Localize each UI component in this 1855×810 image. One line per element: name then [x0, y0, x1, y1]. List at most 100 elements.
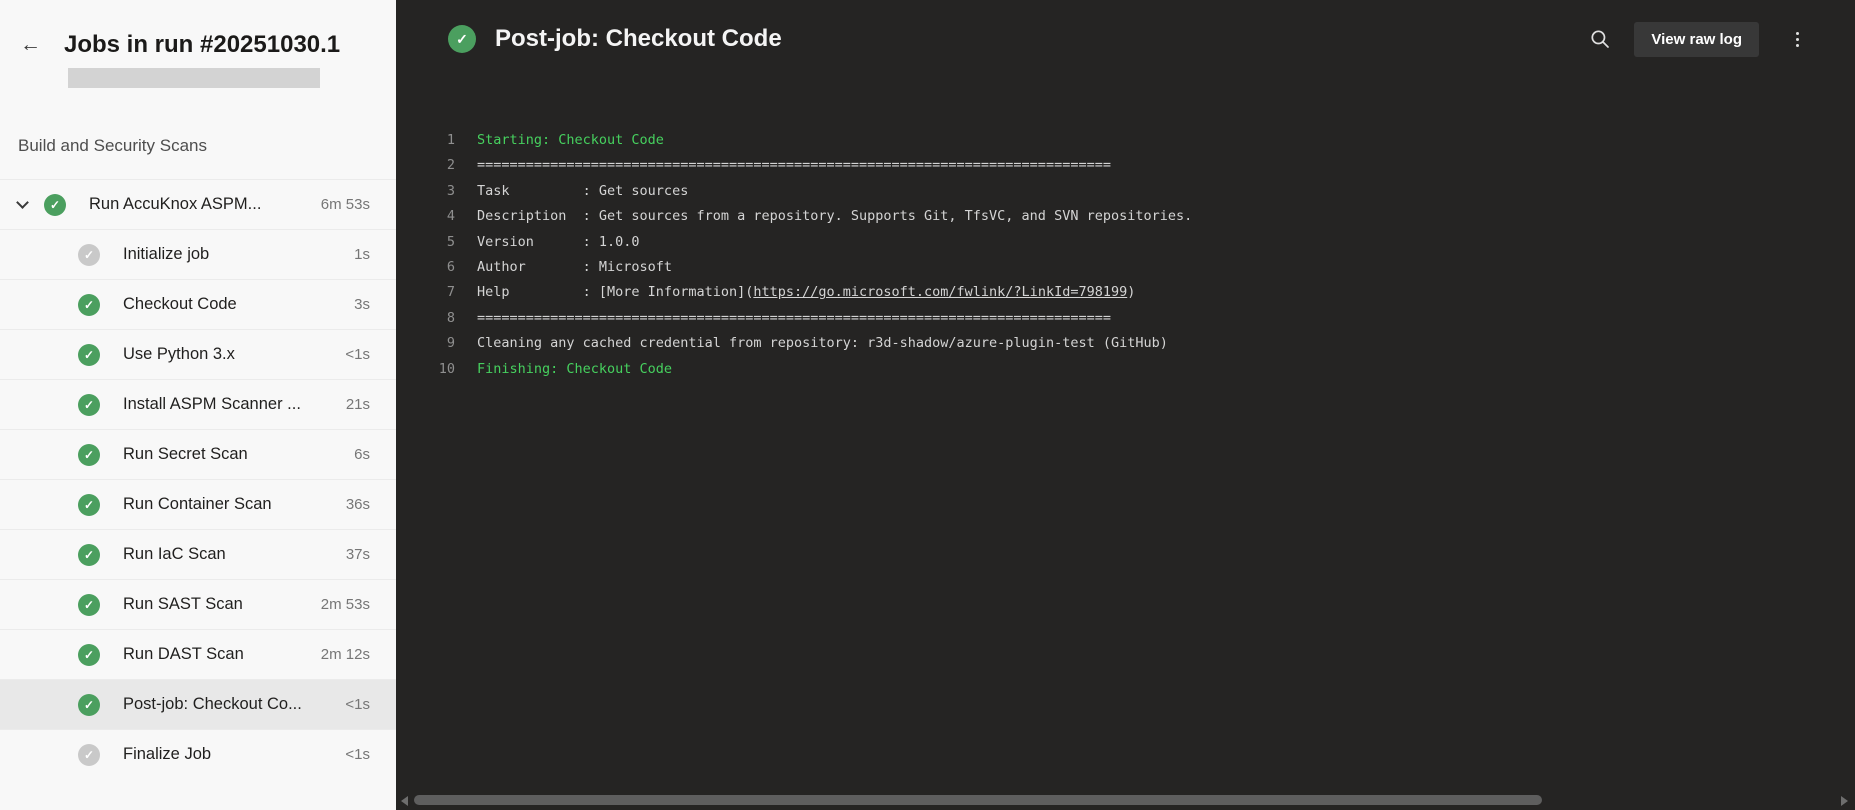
log-line: 8 =======================================…	[396, 306, 1855, 331]
log-text: Starting: Checkout Code	[477, 128, 664, 153]
log-line: 9 Cleaning any cached credential from rep…	[396, 331, 1855, 356]
job-row[interactable]: ✓ Run DAST Scan 2m 12s	[0, 629, 396, 679]
log-text-segment: Starting: Checkout Code	[477, 132, 664, 148]
success-check-icon: ✓	[78, 443, 100, 466]
horizontal-scrollbar[interactable]	[398, 794, 1853, 807]
log-text-segment: Description : Get sources from a reposit…	[477, 208, 1193, 225]
pending-check-icon: ✓	[78, 743, 100, 766]
job-duration: <1s	[345, 696, 370, 713]
job-duration: 1s	[354, 246, 370, 263]
job-success-icon: ✓	[448, 25, 476, 53]
success-check-icon: ✓	[78, 393, 100, 416]
sidebar-header: ← Jobs in run #20251030.1	[0, 0, 396, 88]
success-check-icon: ✓	[78, 543, 100, 566]
success-check-icon: ✓	[78, 643, 100, 666]
line-number[interactable]: 2	[396, 153, 455, 178]
job-duration: 21s	[345, 396, 370, 413]
job-row[interactable]: ✓ Run IaC Scan 37s	[0, 529, 396, 579]
line-number[interactable]: 6	[396, 255, 455, 280]
pipeline-run-page: ← Jobs in run #20251030.1 Build and Secu…	[0, 0, 1855, 810]
log-text-segment: Version : 1.0.0	[477, 233, 640, 250]
log-panel: ✓ Post-job: Checkout Code View raw log 1…	[396, 0, 1855, 810]
log-title: Post-job: Checkout Code	[495, 25, 782, 52]
line-number[interactable]: 8	[396, 306, 455, 331]
pending-check-icon: ✓	[78, 243, 100, 266]
log-text: ========================================…	[477, 306, 1111, 331]
job-duration: <1s	[345, 746, 370, 763]
job-duration: 3s	[354, 296, 370, 313]
search-button[interactable]	[1582, 21, 1618, 57]
back-button[interactable]: ←	[20, 30, 50, 60]
view-raw-log-button[interactable]: View raw log	[1634, 21, 1759, 57]
log-text-segment: Help : [More Information](	[477, 284, 754, 301]
back-arrow-icon: ←	[20, 33, 41, 56]
success-check-icon: ✓	[78, 493, 100, 516]
more-options-button[interactable]	[1779, 21, 1815, 57]
log-viewer: 1 Starting: Checkout Code 2 ===============…	[396, 128, 1855, 382]
log-text: Description : Get sources from a reposit…	[477, 204, 1192, 229]
job-row[interactable]: ✓ Checkout Code 3s	[0, 279, 396, 329]
job-row[interactable]: ✓ Run Container Scan 36s	[0, 479, 396, 529]
log-link[interactable]: https://go.microsoft.com/fwlink/?LinkId=…	[753, 284, 1127, 300]
job-list: ✓ Run AccuKnox ASPM... 6m 53s ✓ Initialize j…	[0, 179, 396, 779]
line-number[interactable]: 9	[396, 331, 455, 356]
job-duration: <1s	[345, 346, 370, 363]
line-number[interactable]: 4	[396, 204, 455, 229]
job-label: Checkout Code	[123, 295, 237, 313]
job-row[interactable]: ✓ Use Python 3.x <1s	[0, 329, 396, 379]
scrollbar-thumb[interactable]	[414, 795, 1542, 805]
log-line: 7 Help : [More Information](https://go.mi…	[396, 280, 1855, 305]
job-duration: 37s	[345, 546, 370, 563]
log-text: Task : Get sources	[477, 179, 688, 204]
line-number[interactable]: 3	[396, 179, 455, 204]
scroll-left-arrow-icon[interactable]	[401, 796, 408, 806]
job-duration: 2m 12s	[320, 646, 370, 663]
success-check-icon: ✓	[78, 593, 100, 616]
log-text: Version : 1.0.0	[477, 230, 640, 255]
job-label: Run IaC Scan	[123, 545, 226, 563]
line-number[interactable]: 5	[396, 230, 455, 255]
log-text-segment: Task : Get sources	[477, 182, 689, 199]
log-line: 1 Starting: Checkout Code	[396, 128, 1855, 153]
log-text-segment: Cleaning any cached credential from repo…	[477, 335, 1168, 352]
jobs-sidebar: ← Jobs in run #20251030.1 Build and Secu…	[0, 0, 396, 810]
log-text-segment: Finishing: Checkout Code	[477, 360, 673, 377]
log-text-segment: )	[1127, 284, 1136, 301]
stage-name: Build and Security Scans	[18, 136, 207, 155]
job-row[interactable]: ✓ Run AccuKnox ASPM... 6m 53s	[0, 179, 396, 229]
log-line: 4 Description : Get sources from a reposi…	[396, 204, 1855, 229]
line-number[interactable]: 1	[396, 128, 455, 153]
log-text-segment: ========================================…	[477, 157, 1111, 174]
success-check-icon: ✓	[78, 693, 100, 716]
expand-toggle[interactable]	[0, 196, 44, 209]
job-row[interactable]: ✓ Run Secret Scan 6s	[0, 429, 396, 479]
log-text-segment: ========================================…	[477, 309, 1111, 326]
job-row[interactable]: ✓ Install ASPM Scanner ... 21s	[0, 379, 396, 429]
log-text-segment: Author : Microsoft	[477, 259, 673, 276]
job-label: Run SAST Scan	[123, 595, 243, 613]
job-label: Use Python 3.x	[123, 345, 235, 363]
job-duration: 6m 53s	[320, 196, 370, 213]
log-text: Author : Microsoft	[477, 255, 672, 280]
job-label: Post-job: Checkout Co...	[123, 695, 302, 713]
chevron-down-icon	[15, 196, 29, 209]
job-row[interactable]: ✓ Finalize Job <1s	[0, 729, 396, 779]
log-text: Help : [More Information](https://go.mic…	[477, 280, 1135, 305]
log-line: 6 Author : Microsoft	[396, 255, 1855, 280]
job-label: Run AccuKnox ASPM...	[89, 195, 262, 213]
line-number[interactable]: 7	[396, 280, 455, 305]
log-text: ========================================…	[477, 153, 1111, 178]
line-number[interactable]: 10	[396, 357, 455, 382]
scroll-right-arrow-icon[interactable]	[1841, 796, 1848, 806]
job-label: Run Secret Scan	[123, 445, 248, 463]
job-row[interactable]: ✓ Run SAST Scan 2m 53s	[0, 579, 396, 629]
job-label: Run Container Scan	[123, 495, 272, 513]
log-text: Finishing: Checkout Code	[477, 357, 672, 382]
job-row[interactable]: ✓ Post-job: Checkout Co... <1s	[0, 679, 396, 729]
job-row[interactable]: ✓ Initialize job 1s	[0, 229, 396, 279]
log-line: 5 Version : 1.0.0	[396, 230, 1855, 255]
log-line: 10 Finishing: Checkout Code	[396, 357, 1855, 382]
log-line: 3 Task : Get sources	[396, 179, 1855, 204]
success-check-icon: ✓	[44, 193, 66, 216]
success-check-icon: ✓	[78, 293, 100, 316]
